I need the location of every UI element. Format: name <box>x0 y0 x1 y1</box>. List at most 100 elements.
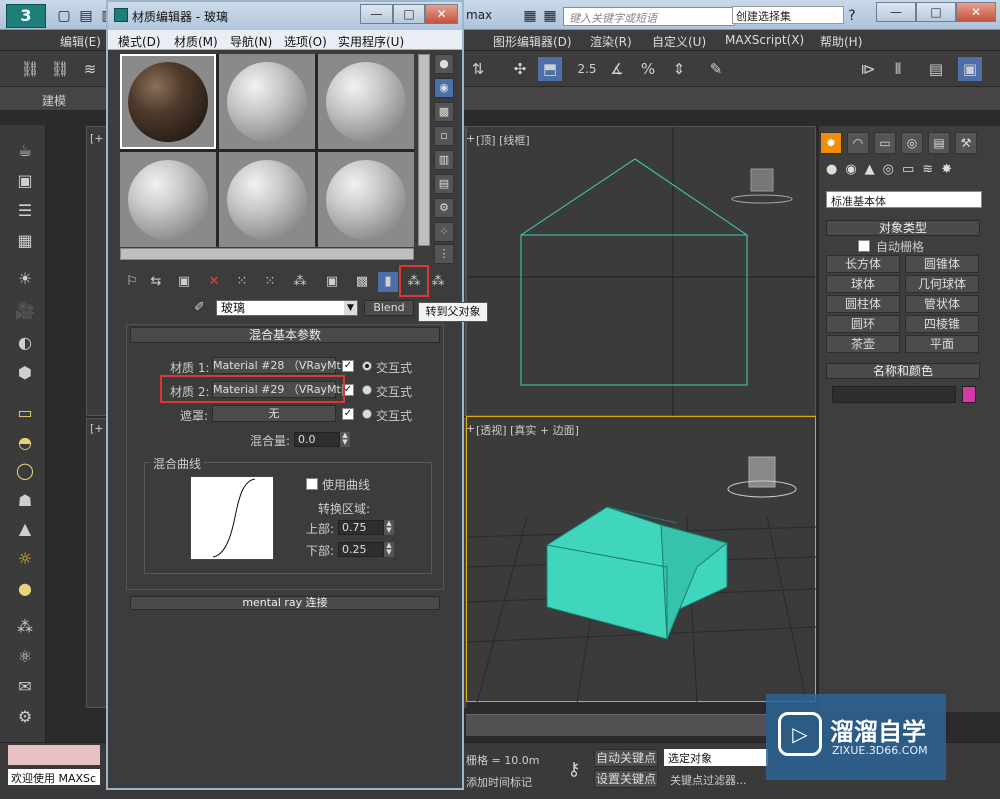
cone-button[interactable]: 圆锥体 <box>905 255 979 273</box>
reset-map-icon[interactable]: ✕ <box>204 272 224 292</box>
autogrid-checkbox[interactable] <box>858 240 870 252</box>
upper-spinner[interactable]: 0.75 <box>338 520 384 535</box>
snap-toggle-icon[interactable]: 2.5 <box>575 57 599 81</box>
material1-interactive-radio[interactable] <box>362 361 372 371</box>
go-to-parent-bar-icon[interactable]: ▮ <box>378 272 398 292</box>
me-menu-navigation[interactable]: 导航(N) <box>230 33 272 50</box>
show-end-result-icon[interactable]: ▩ <box>352 272 372 292</box>
mix-amount-arrows[interactable]: ▲ ▼ <box>340 432 350 447</box>
material-name-field[interactable]: 玻璃 <box>216 300 358 316</box>
go-forward-to-sibling-icon[interactable]: ⁂ <box>428 272 448 292</box>
named-selection-set-dropdown[interactable]: 创建选择集 <box>732 6 844 24</box>
cone-icon[interactable]: ▲ <box>12 516 38 542</box>
place-icon[interactable]: ⬒ <box>538 57 562 81</box>
video-color-check-icon[interactable]: ▥ <box>434 150 454 170</box>
sample-slot[interactable] <box>219 152 315 247</box>
plane-button[interactable]: 平面 <box>905 335 979 353</box>
show-in-viewport-icon[interactable]: ▣ <box>322 272 342 292</box>
app-logo[interactable]: 3 <box>6 4 46 28</box>
percent-snap-icon[interactable]: % <box>636 57 660 81</box>
teapot-icon[interactable]: ☕ <box>12 138 38 164</box>
set-key-button[interactable]: 设置关键点 <box>594 770 658 788</box>
make-preview-icon[interactable]: ▤ <box>434 174 454 194</box>
fetch-icon[interactable]: ▦ <box>540 7 560 25</box>
lower-arrows[interactable]: ▲ ▼ <box>384 542 394 557</box>
maximize-button[interactable]: □ <box>916 2 956 22</box>
maxscript-listener-mini[interactable] <box>8 745 100 765</box>
camera-icon[interactable]: 🎥 <box>12 298 38 324</box>
help-icon[interactable]: ? <box>842 7 862 25</box>
dome-icon[interactable]: ◓ <box>12 430 38 456</box>
torus-button[interactable]: 圆环 <box>826 315 900 333</box>
sample-slot[interactable] <box>318 54 414 149</box>
ball-icon[interactable]: ● <box>12 576 38 602</box>
mirror-icon[interactable]: ⧐ <box>856 57 880 81</box>
auto-key-button[interactable]: 自动关键点 <box>594 749 658 767</box>
upper-arrows[interactable]: ▲ ▼ <box>384 520 394 535</box>
tab-modify[interactable]: ◠ <box>847 132 869 154</box>
eyedropper-icon[interactable]: ✐ <box>194 300 210 316</box>
edit-named-sets-icon[interactable]: ✎ <box>704 57 728 81</box>
sample-slot[interactable] <box>318 152 414 247</box>
mental-ray-connection-rollout[interactable]: mental ray 连接 <box>130 596 440 610</box>
circle-light-icon[interactable]: ◯ <box>12 458 38 484</box>
sample-slot-glass[interactable] <box>120 54 216 149</box>
me-close-button[interactable]: ✕ <box>425 4 459 24</box>
plane-icon[interactable]: ▭ <box>12 400 38 426</box>
backlight-icon[interactable]: ◉ <box>434 78 454 98</box>
sun-icon[interactable]: ☼ <box>12 546 38 572</box>
material-name-dropdown-arrow[interactable]: ▼ <box>344 301 357 315</box>
sample-type-icon[interactable]: ● <box>434 54 454 74</box>
box-button[interactable]: 长方体 <box>826 255 900 273</box>
object-type-header[interactable]: 对象类型 <box>826 220 980 236</box>
tab-utilities[interactable]: ⚒ <box>955 132 977 154</box>
search-input[interactable]: 键入关键字或短语 <box>563 7 735 26</box>
object-name-field[interactable] <box>832 386 956 403</box>
menu-graph-editors[interactable]: 图形编辑器(D) <box>493 33 572 50</box>
menu-help[interactable]: 帮助(H) <box>820 33 862 50</box>
menu-customize[interactable]: 自定义(U) <box>652 33 706 50</box>
timeline[interactable] <box>466 714 766 736</box>
render-frame-icon[interactable]: ▣ <box>12 168 38 194</box>
material-type-button[interactable]: Blend <box>364 300 414 316</box>
material-id-icon[interactable]: ⁂ <box>290 272 310 292</box>
teapot-button[interactable]: 茶壶 <box>826 335 900 353</box>
link-icon[interactable]: ⛓ <box>18 57 42 81</box>
category-icons[interactable]: ●◉▲◎▭≋✸ <box>826 162 986 180</box>
align-icon[interactable]: ⫴ <box>886 57 910 81</box>
viewport-perspective[interactable] <box>466 416 818 704</box>
tab-create[interactable]: ✸ <box>820 132 842 154</box>
material2-interactive-radio[interactable] <box>362 385 372 395</box>
grid-icon[interactable]: ▦ <box>12 228 38 254</box>
me-minimize-button[interactable]: — <box>360 4 393 24</box>
layer-manager-icon[interactable]: ▤ <box>924 57 948 81</box>
ribbon-tab-modeling[interactable]: 建模 <box>42 92 66 109</box>
viewport-perspective-label[interactable]: [透视] [真实 + 边面] <box>476 422 579 438</box>
mix-amount-spinner[interactable]: 0.0 <box>294 432 340 447</box>
gear-icon[interactable]: ⚙ <box>12 704 38 730</box>
key-mode-dropdown[interactable]: 选定对象 <box>664 749 768 766</box>
tube-button[interactable]: 管状体 <box>905 295 979 313</box>
geosphere-button[interactable]: 几何球体 <box>905 275 979 293</box>
make-unique-icon[interactable]: ⁙ <box>232 272 252 292</box>
sample-slot[interactable] <box>219 54 315 149</box>
use-curve-checkbox[interactable] <box>306 478 318 490</box>
film-icon[interactable]: ⬢ <box>12 360 38 386</box>
get-material-icon[interactable]: ⚐ <box>122 272 142 292</box>
material-navigator-icon[interactable]: ⋮ <box>434 244 454 264</box>
put-to-scene-icon[interactable]: ⇆ <box>146 272 166 292</box>
primitive-type-dropdown[interactable]: 标准基本体 <box>826 191 982 208</box>
viewport-left-label[interactable]: [+ <box>90 422 104 435</box>
move-icon[interactable]: ✣ <box>508 57 532 81</box>
viewport-top-prefix[interactable]: + <box>466 132 475 145</box>
mirror-axis-icon[interactable]: ⇅ <box>466 57 490 81</box>
viewport-top[interactable] <box>466 126 817 417</box>
slots-horizontal-scrollbar[interactable] <box>120 248 414 260</box>
tab-hierarchy[interactable]: ▭ <box>874 132 896 154</box>
sphere-half-icon[interactable]: ◐ <box>12 330 38 356</box>
key-filters-button[interactable]: 关键点过滤器... <box>670 772 747 788</box>
angle-snap-icon[interactable]: ∡ <box>605 57 629 81</box>
blend-params-header[interactable]: 混合基本参数 <box>130 327 440 343</box>
mask-button[interactable]: 无 <box>212 405 336 422</box>
sample-slot[interactable] <box>120 152 216 247</box>
